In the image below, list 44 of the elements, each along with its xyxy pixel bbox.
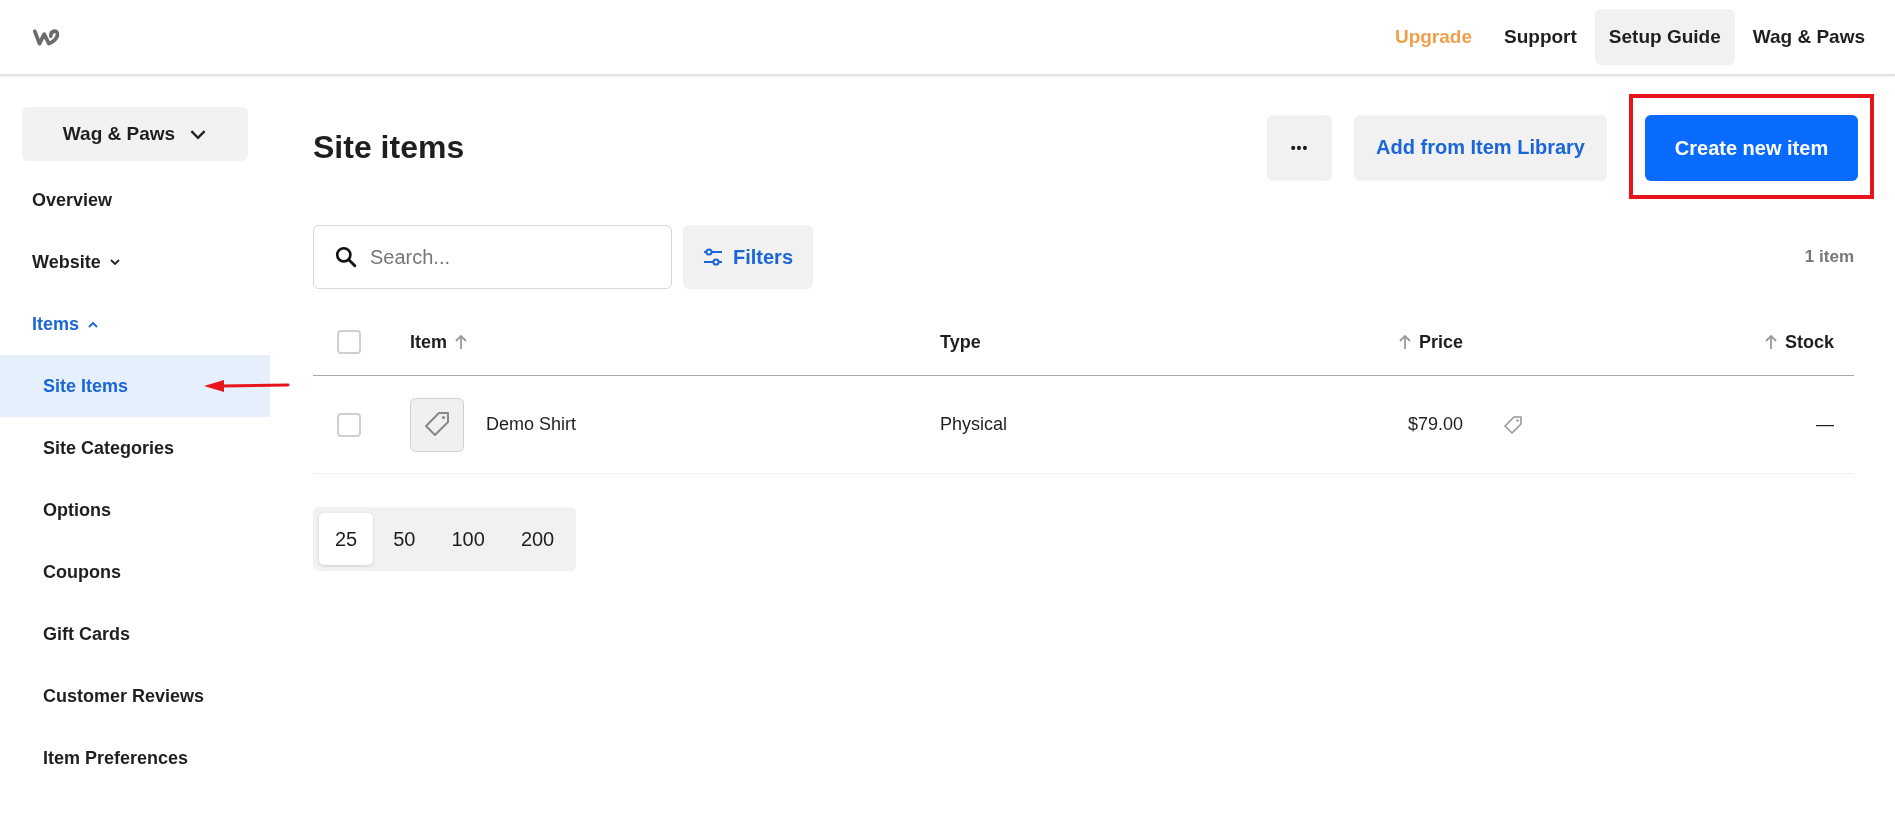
sidebar-subitem[interactable]: Site Items [0,355,270,417]
sliders-icon [703,248,723,266]
table-cell: Demo Shirt [486,414,577,435]
tag-thumbnail-icon [410,397,464,452]
column-header[interactable]: Item [410,331,447,353]
sidebar-subitem[interactable]: Site Categories [0,417,270,479]
sidebar-item[interactable]: Website [0,231,121,293]
search-field[interactable]: Search... [313,225,672,289]
page-size-option[interactable]: 50 [377,513,432,565]
table-cell: Physical [940,414,1008,435]
sidebar-item[interactable]: Overview [0,169,113,231]
sidebar-subitem[interactable]: Options [0,479,270,541]
create-item-button[interactable]: Create new item [1645,115,1858,181]
page-size-option[interactable]: 25 [319,513,374,565]
nav-link[interactable]: Setup Guide [1594,9,1735,65]
add-from-library-button[interactable]: Add from Item Library [1354,114,1607,181]
sort-arrow-icon[interactable] [455,334,467,350]
sidebar-item[interactable]: Items [0,293,100,355]
sidebar-subitem[interactable]: Coupons [0,541,270,603]
sort-arrow-icon[interactable] [1398,334,1411,350]
sidebar-subitem[interactable]: Customer Reviews [0,665,270,727]
sort-arrow-icon[interactable] [1764,334,1777,350]
site-menu-button[interactable]: Wag & Paws [22,107,248,161]
filters-button[interactable]: Filters [683,225,814,289]
sidebar-subitem[interactable]: Gift Cards [0,603,270,665]
table-cell: $79.00 [1407,414,1463,435]
search-icon [335,246,357,268]
column-header[interactable]: Stock [1784,331,1834,353]
column-header[interactable]: Type [940,331,981,353]
page-title: Site items [313,129,465,166]
item-count: 1 item [1804,247,1854,267]
nav-link[interactable]: Support [1490,9,1591,65]
table-cell: — [1816,414,1834,435]
tag-icon[interactable] [1503,414,1523,435]
more-button[interactable]: ••• [1267,114,1333,181]
page-size-option[interactable]: 100 [435,513,501,565]
page-size-option[interactable]: 200 [504,513,571,565]
select-all-checkbox[interactable] [337,330,361,354]
column-header[interactable]: Price [1418,331,1463,353]
nav-link[interactable]: Wag & Paws [1738,9,1879,65]
chevron-icon [189,128,208,140]
row-checkbox[interactable] [337,412,361,437]
sidebar-subitem[interactable]: Item Preferences [0,727,270,789]
logo-icon[interactable] [32,26,62,48]
